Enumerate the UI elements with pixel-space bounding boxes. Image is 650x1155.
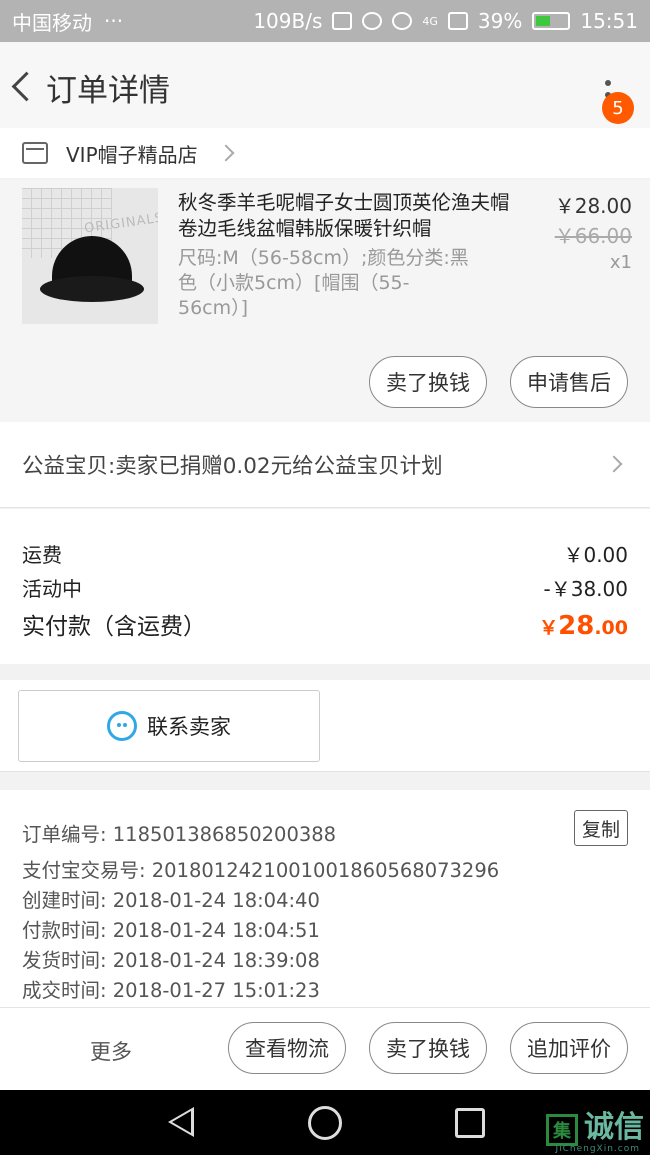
contact-seller-label: 联系卖家 — [147, 715, 231, 739]
promo-value: -￥38.00 — [543, 577, 628, 601]
order-number: 订单编号: 118501386850200388 — [22, 823, 337, 846]
product-original-price: ￥66.00 — [554, 224, 632, 248]
watermark-box: 集 — [546, 1114, 578, 1146]
chevron-right-icon — [605, 455, 623, 473]
contact-section: 联系卖家 — [0, 680, 650, 772]
bottom-action-bar: 更多 查看物流 卖了换钱 追加评价 — [0, 1008, 650, 1090]
alarm-icon — [362, 12, 383, 30]
shop-row[interactable]: VIP帽子精品店 — [0, 128, 650, 178]
product-item[interactable]: ORIGINALS 秋冬季羊毛呢帽子女士圆顶英伦渔夫帽卷边毛线盆帽韩版保暖针织帽… — [0, 180, 650, 422]
vibrate-icon — [332, 12, 353, 30]
total-currency: ￥ — [539, 617, 559, 639]
shop-name: VIP帽子精品店 — [66, 142, 198, 167]
order-info: 订单编号: 118501386850200388 支付宝交易号: 2018012… — [0, 790, 650, 1008]
watermark-text: 诚信 — [584, 1110, 644, 1145]
nav-recent-apps-icon[interactable] — [455, 1108, 485, 1138]
wangwang-chat-icon — [107, 711, 137, 741]
carrier-more-label: ··· — [104, 9, 124, 33]
nav-home-icon[interactable] — [308, 1106, 342, 1140]
watermark-logo: 集 诚信 JiChengXin.com — [546, 1102, 644, 1154]
signal-icon — [447, 12, 468, 30]
total-integer: 28 — [558, 611, 595, 641]
product-quantity: x1 — [609, 252, 632, 273]
product-title: 秋冬季羊毛呢帽子女士圆顶英伦渔夫帽卷边毛线盆帽韩版保暖针织帽 — [178, 191, 510, 240]
created-time: 创建时间: 2018-01-24 18:04:40 — [22, 889, 320, 912]
battery-icon — [532, 12, 571, 30]
fee-summary: 运费 ￥0.00 活动中 -￥38.00 实付款（含运费） ￥28.00 — [0, 509, 650, 664]
promo-label: 活动中 — [22, 577, 82, 601]
clock: 15:51 — [580, 9, 638, 33]
wifi-icon — [392, 12, 413, 30]
chevron-right-icon — [217, 144, 235, 162]
charity-text: 公益宝贝:卖家已捐赠0.02元给公益宝贝计划 — [22, 454, 443, 479]
product-sku: 尺码:M（56-58cm）;颜色分类:黑色（小款5cm）[帽围（55-56cm）… — [178, 247, 469, 319]
back-arrow-icon[interactable] — [6, 42, 44, 132]
store-icon — [22, 142, 48, 164]
total-value: ￥28.00 — [539, 611, 628, 641]
shipping-value: ￥0.00 — [563, 543, 628, 567]
nav-back-icon[interactable] — [168, 1107, 194, 1137]
total-decimal: .00 — [594, 617, 628, 639]
watermark-subtext: JiChengXin.com — [555, 1144, 640, 1154]
add-review-button[interactable]: 追加评价 — [510, 1022, 628, 1074]
net-speed-label: 109B/s — [253, 9, 323, 33]
signal-type-label: 4G — [422, 14, 438, 28]
product-image[interactable]: ORIGINALS — [22, 188, 158, 324]
battery-percent: 39% — [477, 9, 523, 33]
view-logistics-button[interactable]: 查看物流 — [228, 1022, 346, 1074]
notification-badge: 5 — [602, 92, 634, 124]
system-nav-bar: 集 诚信 JiChengXin.com — [0, 1090, 650, 1155]
carrier-label: 中国移动 — [12, 10, 92, 35]
total-label: 实付款（含运费） — [22, 614, 206, 640]
paid-time: 付款时间: 2018-01-24 18:04:51 — [22, 919, 320, 942]
contact-seller-button[interactable]: 联系卖家 — [18, 690, 320, 762]
status-bar: 中国移动 ··· 109B/s 4G 39% 15:51 — [0, 0, 650, 42]
charity-row[interactable]: 公益宝贝:卖家已捐赠0.02元给公益宝贝计划 — [0, 422, 650, 508]
shipped-time: 发货时间: 2018-01-24 18:39:08 — [22, 949, 320, 972]
page-title: 订单详情 — [46, 72, 170, 109]
sell-button[interactable]: 卖了换钱 — [369, 356, 487, 408]
shipping-label: 运费 — [22, 543, 62, 567]
more-button[interactable]: 更多 — [90, 1036, 132, 1066]
copy-button[interactable]: 复制 — [574, 810, 628, 846]
alipay-trade-number: 支付宝交易号: 2018012421001001860568073296 — [22, 859, 500, 882]
app-header: 订单详情 5 — [0, 42, 650, 132]
after-sale-button[interactable]: 申请售后 — [510, 356, 628, 408]
product-price: ￥28.00 — [554, 194, 632, 218]
completed-time: 成交时间: 2018-01-27 15:01:23 — [22, 979, 320, 1002]
sell-button-bottom[interactable]: 卖了换钱 — [369, 1022, 487, 1074]
